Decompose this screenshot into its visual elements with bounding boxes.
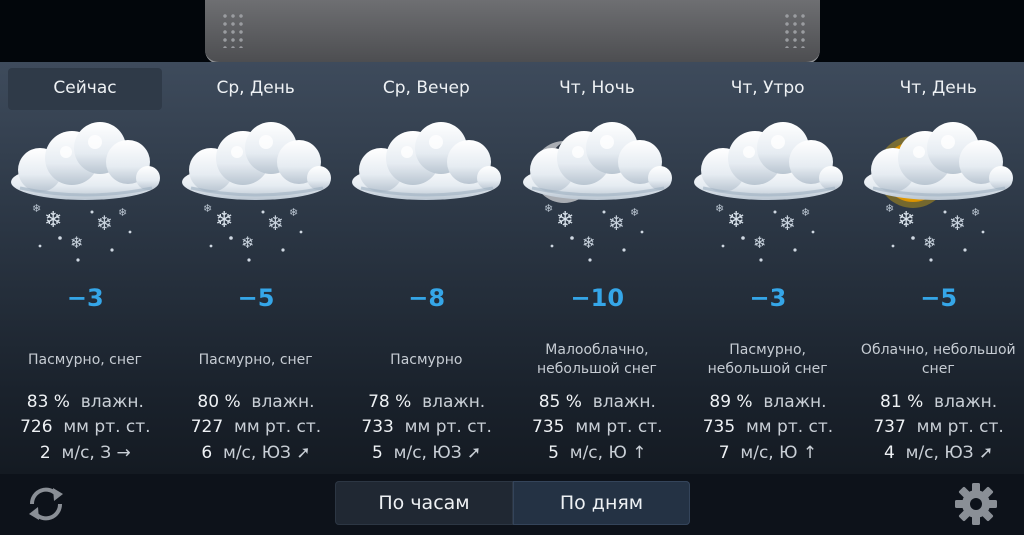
forecast-column[interactable]: Чт, Утро −3 Пасмурно, небольшой снег 89 … [683, 62, 854, 474]
humidity: 78 % влажн. [368, 392, 486, 412]
column-title[interactable]: Ср, Вечер [349, 68, 503, 110]
cloud-snow-icon [683, 120, 853, 275]
forecast-column[interactable]: Сейчас −3 Пасмурно, снег 83 % влажн. 726… [0, 62, 171, 474]
column-title[interactable]: Чт, Ночь [520, 68, 674, 110]
humidity: 89 % влажн. [709, 392, 827, 412]
condition: Пасмурно [390, 351, 463, 368]
pressure: 735 мм рт. ст. [702, 417, 834, 437]
hourly-tab[interactable]: По часам [335, 481, 513, 525]
pressure: 727 мм рт. ст. [190, 417, 322, 437]
wind: 5 м/с, Ю ↑ [548, 443, 647, 463]
humidity: 81 % влажн. [880, 392, 998, 412]
wind: 7 м/с, Ю ↑ [718, 443, 818, 463]
pressure: 726 мм рт. ст. [20, 417, 151, 437]
column-title[interactable]: Чт, День [861, 68, 1015, 110]
wind: 5 м/с, ЮЗ ➚ [372, 443, 482, 463]
temperature: −3 [66, 284, 104, 312]
pressure: 737 мм рт. ст. [873, 417, 1004, 437]
temperature: −5 [237, 284, 275, 312]
grip-left-icon [221, 12, 243, 48]
wind: 2 м/с, З → [39, 443, 131, 463]
gear-icon[interactable] [953, 481, 999, 527]
column-title[interactable]: Сейчас [8, 68, 162, 110]
daily-tab[interactable]: По дням [513, 481, 690, 525]
column-title[interactable]: Чт, Утро [691, 68, 845, 110]
temperature: −5 [920, 284, 958, 312]
temperature: −3 [749, 284, 787, 312]
column-title[interactable]: Ср, День [179, 68, 333, 110]
cloud-icon [341, 120, 511, 275]
forecast-column[interactable]: Ср, Вечер −8 Пасмурно 78 % влажн. 733 мм… [341, 62, 512, 474]
humidity: 83 % влажн. [26, 392, 144, 412]
moon-cloud-snow-icon [512, 120, 682, 275]
humidity: 85 % влажн. [538, 392, 656, 412]
pressure: 735 мм рт. ст. [532, 417, 663, 437]
temperature: −10 [570, 284, 625, 312]
condition: Облачно, небольшой снег [860, 342, 1016, 377]
condition: Пасмурно, небольшой снег [707, 342, 828, 377]
cloud-snow-icon [0, 120, 170, 275]
wind: 6 м/с, ЮЗ ➚ [201, 443, 311, 463]
wind: 4 м/с, ЮЗ ➚ [883, 443, 994, 463]
forecast-column[interactable]: Чт, День −5 Облачно, небольшой снег 81 %… [853, 62, 1024, 474]
pressure: 733 мм рт. ст. [361, 417, 492, 437]
temperature: −8 [408, 284, 446, 312]
grip-right-icon [783, 12, 805, 48]
sun-cloud-snow-icon [853, 120, 1023, 275]
forecast-columns: Сейчас −3 Пасмурно, снег 83 % влажн. 726… [0, 62, 1024, 474]
humidity: 80 % влажн. [197, 392, 315, 412]
condition: Малооблачно, небольшой снег [537, 342, 657, 377]
refresh-icon[interactable] [24, 482, 68, 526]
condition: Пасмурно, снег [28, 351, 142, 368]
forecast-column[interactable]: Ср, День −5 Пасмурно, снег 80 % влажн. 7… [171, 62, 342, 474]
condition: Пасмурно, снег [198, 351, 313, 368]
forecast-column[interactable]: Чт, Ночь −10 Малооблачно, небольшой снег… [512, 62, 683, 474]
pull-down-handle[interactable] [205, 0, 820, 64]
cloud-snow-icon [171, 120, 341, 275]
